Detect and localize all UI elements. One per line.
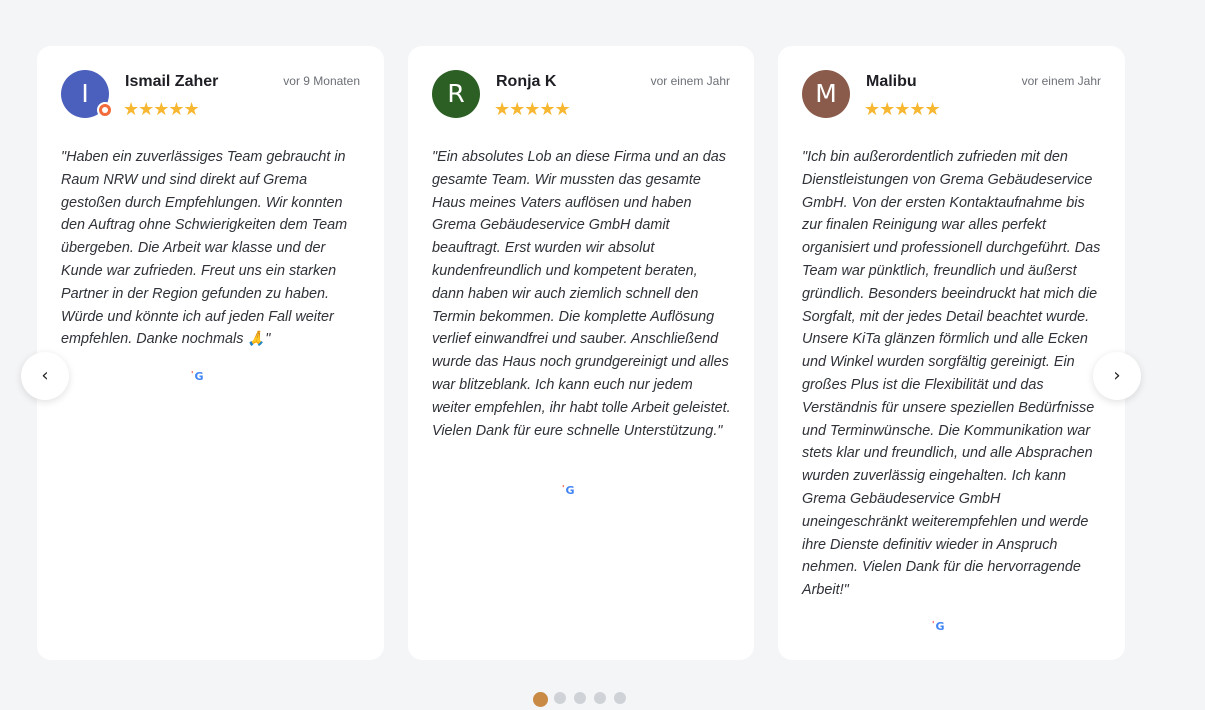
review-time: vor einem Jahr [650, 74, 730, 88]
avatar-initial: I [81, 79, 89, 108]
google-letter: G [565, 484, 575, 497]
pagination-dot[interactable] [574, 692, 586, 704]
star-rating-icon: ★★★★★ [123, 99, 200, 120]
review-card: M Malibu vor einem Jahr ★★★★★ "Ich bin a… [778, 46, 1125, 660]
pagination-dot-active[interactable] [533, 692, 548, 707]
pagination-dot[interactable] [594, 692, 606, 704]
star-rating-icon: ★★★★★ [494, 99, 571, 120]
chevron-right-icon: › [1113, 365, 1121, 386]
chevron-left-icon: ‹ [41, 365, 49, 386]
google-letter: G [194, 370, 204, 383]
avatar: I [61, 70, 113, 118]
carousel-pagination [533, 692, 634, 707]
reviewer-name: Malibu [866, 73, 917, 90]
review-card: R Ronja K vor einem Jahr ★★★★★ "Ein abso… [408, 46, 754, 660]
avatar-initial: M [815, 79, 837, 108]
reviewer-name: Ronja K [496, 73, 557, 90]
review-text: "Haben ein zuverlässiges Team gebraucht … [61, 149, 348, 348]
google-icon: 'G [932, 620, 944, 633]
google-icon: 'G [562, 484, 574, 497]
review-text: "Ich bin außerordentlich zufrieden mit d… [802, 149, 1101, 599]
avatar: M [802, 70, 850, 118]
local-guide-badge-icon [97, 102, 113, 118]
review-time: vor 9 Monaten [283, 74, 360, 88]
avatar-initial: R [447, 79, 465, 108]
review-card: I Ismail Zaher vor 9 Monaten ★★★★★ "Habe… [37, 46, 384, 660]
pagination-dot[interactable] [614, 692, 626, 704]
pagination-dot[interactable] [554, 692, 566, 704]
review-time: vor einem Jahr [1021, 74, 1101, 88]
google-letter: G [935, 620, 945, 633]
carousel-next-button[interactable]: › [1093, 352, 1141, 400]
google-icon: 'G [191, 370, 203, 383]
star-rating-icon: ★★★★★ [864, 99, 941, 120]
review-text: "Ein absolutes Lob an diese Firma und an… [432, 149, 731, 439]
carousel-prev-button[interactable]: ‹ [21, 352, 69, 400]
reviewer-name: Ismail Zaher [125, 73, 219, 90]
avatar: R [432, 70, 480, 118]
